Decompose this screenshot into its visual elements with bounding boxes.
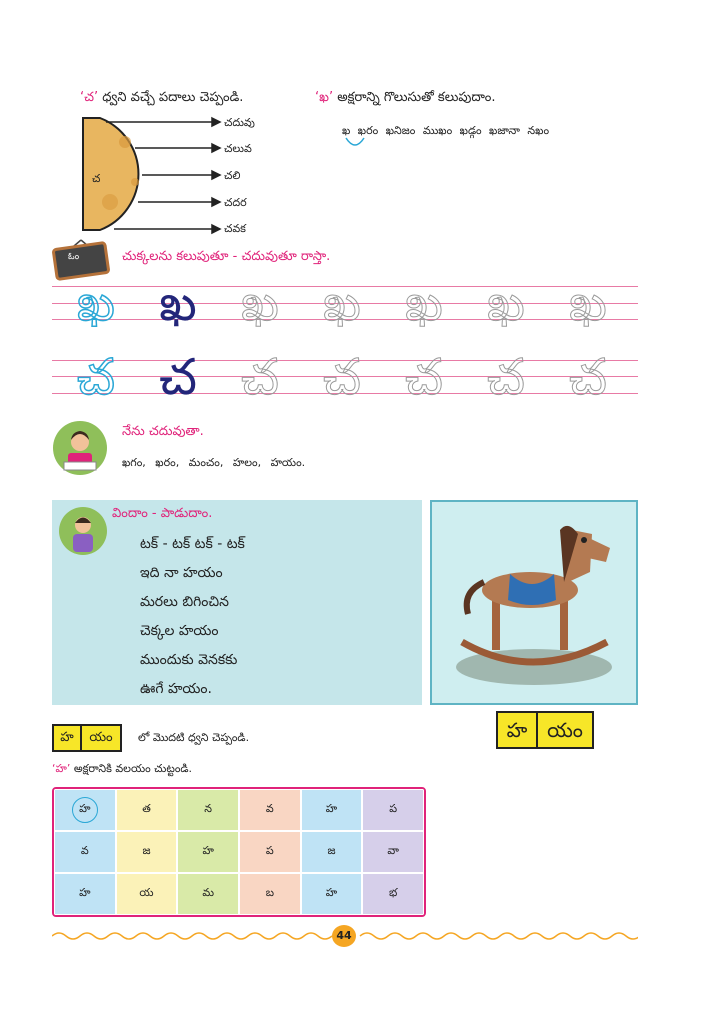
section2-title-text: అక్షరాన్ని గొలుసుతో కలుపుదాం. bbox=[333, 90, 496, 105]
reading-words: ఖగం, ఖరం, మంచం, హలం, హయం. bbox=[122, 456, 306, 469]
section2-title: ‘ఖ’ అక్షరాన్ని గొలుసుతో కలుపుదాం. bbox=[315, 90, 496, 108]
grid-cell[interactable]: హ bbox=[54, 789, 116, 831]
grid-cell[interactable]: త bbox=[115, 789, 178, 831]
model-cha: చ bbox=[159, 348, 197, 406]
circle-task-title: ‘హ’ అక్షరానికి వలయం చుట్టండి. bbox=[52, 762, 192, 778]
picture-word-part-1: హ bbox=[498, 713, 538, 747]
picture-word-part-2: యం bbox=[547, 718, 583, 742]
reading-girl-avatar bbox=[53, 421, 107, 475]
circled-letter: హ bbox=[71, 797, 98, 823]
song-line-6: ఊగే హయం. bbox=[140, 681, 212, 697]
grid-cell[interactable]: జ bbox=[115, 831, 178, 873]
grid-cell[interactable]: హ bbox=[177, 831, 239, 873]
song-line-5: ముందుకు వెనకకు bbox=[140, 652, 238, 668]
trace-cha: చ bbox=[323, 348, 362, 406]
grid-cell[interactable]: బ bbox=[239, 873, 301, 915]
song-title: విందాం - పాడుదాం. bbox=[112, 506, 213, 521]
word-2: చలువ bbox=[224, 142, 252, 155]
listening-boy-avatar bbox=[59, 507, 107, 555]
song-line-2: ఇది నా హయం bbox=[140, 565, 223, 581]
trace-start-kha: ఖ bbox=[76, 274, 115, 332]
grid-cell[interactable]: ప bbox=[239, 831, 301, 873]
circle-task-text: అక్షరానికి వలయం చుట్టండి. bbox=[70, 762, 193, 775]
word-5: చవక bbox=[224, 222, 246, 235]
grid-cell[interactable]: వ bbox=[239, 789, 301, 831]
song-line-1: టక్ - టక్ టక్ - టక్ bbox=[140, 536, 245, 552]
grid-cell[interactable]: య bbox=[115, 873, 178, 915]
trace-cha: చ bbox=[241, 348, 280, 406]
chain-link-icon bbox=[345, 137, 365, 146]
grid-cell[interactable]: హ bbox=[300, 789, 363, 831]
reading-title: నేను చదువుతా. bbox=[122, 424, 204, 439]
section2-title-quote: ‘ఖ’ bbox=[315, 90, 334, 105]
grid-cell[interactable]: వ bbox=[54, 831, 116, 873]
circle-task-quote: ‘హ’ bbox=[52, 762, 71, 775]
picture-word-box: హ యం bbox=[496, 711, 594, 749]
sound-word-part-2: యం bbox=[89, 730, 113, 745]
section1-title-quote: ‘చ’ bbox=[80, 90, 99, 105]
grid-cell[interactable]: హ bbox=[54, 873, 116, 915]
page-number: 44 bbox=[332, 925, 356, 947]
grid-cell[interactable]: హ bbox=[300, 873, 363, 915]
word-3: చలి bbox=[224, 169, 241, 182]
trace-kha: ఖ bbox=[323, 274, 362, 332]
trace-kha: ఖ bbox=[405, 274, 444, 332]
song-box: విందాం - పాడుదాం. టక్ - టక్ టక్ - టక్ ఇద… bbox=[52, 500, 422, 705]
song-line-3: మరలు బిగించిన bbox=[140, 594, 229, 610]
sound-word-part-1: హ bbox=[54, 726, 82, 750]
trace-cha: చ bbox=[405, 348, 444, 406]
trace-kha: ఖ bbox=[487, 274, 526, 332]
grid-cell[interactable]: జ bbox=[300, 831, 363, 873]
sound-word-box: హ యం bbox=[52, 724, 122, 752]
model-kha: ఖ bbox=[159, 274, 197, 332]
kha-chain: ఖ ఖరం ఖనిజం ముఖం ఖడ్గం ఖజానా నఖం bbox=[342, 124, 550, 137]
grid-cell[interactable]: మ bbox=[177, 873, 239, 915]
trace-kha: ఖ bbox=[569, 274, 608, 332]
grid-cell[interactable]: భ bbox=[362, 873, 424, 915]
section1-title-text: ధ్వని వచ్చే పదాలు చెప్పండి. bbox=[98, 90, 244, 105]
section1-title: ‘చ’ ధ్వని వచ్చే పదాలు చెప్పండి. bbox=[80, 90, 243, 108]
rocking-horse-icon bbox=[456, 525, 612, 685]
song-line-4: చెక్కల హయం bbox=[140, 623, 219, 639]
trace-start-cha: చ bbox=[76, 348, 116, 406]
grid-cell[interactable]: ప bbox=[362, 789, 424, 831]
grid-cell[interactable]: వా bbox=[362, 831, 424, 873]
trace-cha: చ bbox=[569, 348, 608, 406]
trace-kha: ఖ bbox=[241, 274, 280, 332]
word-4: చదర bbox=[224, 196, 247, 209]
sound-instruction: లో మొదటి ధ్వని చెప్పండి. bbox=[138, 731, 250, 744]
rocking-horse-picture bbox=[430, 500, 638, 705]
word-1: చదువు bbox=[224, 116, 255, 129]
moon-center-letter: చ bbox=[92, 172, 101, 185]
letter-grid: హ త న వ హ ప వ జ హ ప జ వా హ య మ బ హ భ bbox=[52, 787, 426, 917]
practice-title: చుక్కలను కలుపుతూ - చదువుతూ రాస్తా. bbox=[122, 249, 331, 264]
slate-text: ఓం bbox=[68, 252, 80, 262]
trace-cha: చ bbox=[487, 348, 526, 406]
grid-cell[interactable]: న bbox=[177, 789, 239, 831]
